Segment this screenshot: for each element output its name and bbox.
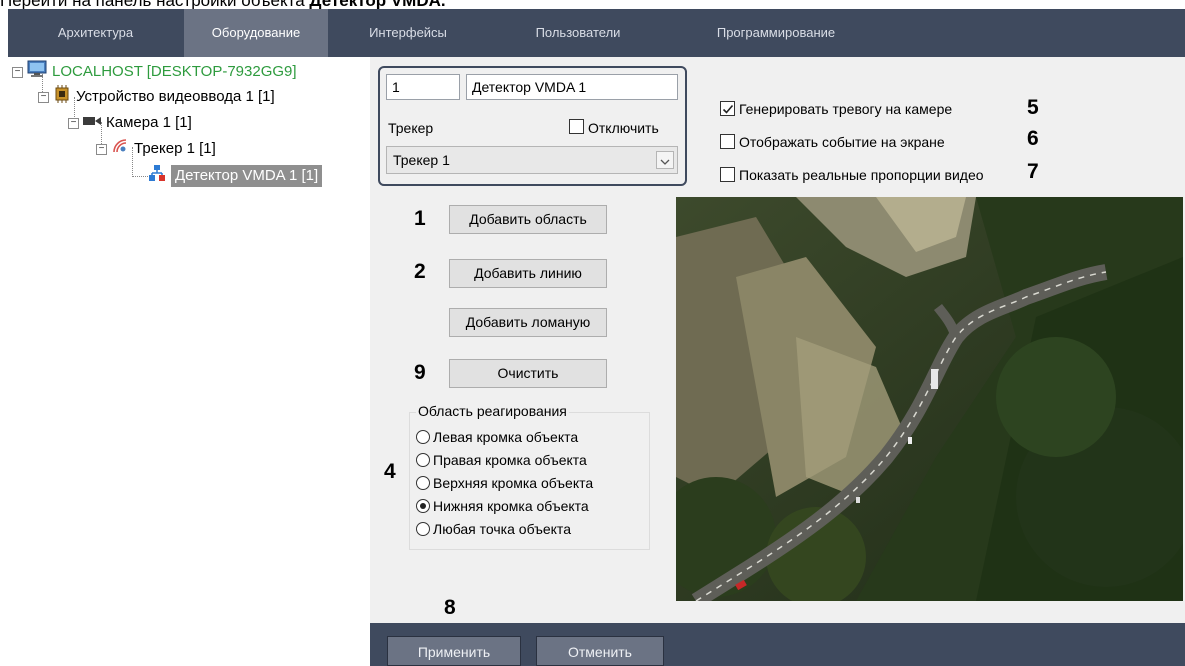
name-field[interactable]: Детектор VMDA 1	[466, 74, 678, 100]
reaction-area-legend: Область реагирования	[416, 403, 569, 419]
check-icon	[722, 104, 734, 114]
collapse-icon[interactable]: −	[68, 117, 79, 129]
apply-button[interactable]: Применить	[387, 636, 521, 666]
radio-left-edge[interactable]: Левая кромка объекта	[416, 427, 578, 447]
radio-button[interactable]	[416, 476, 430, 490]
disable-label: Отключить	[588, 120, 659, 136]
tree-item-vmda-detector[interactable]: Детектор VMDA 1 [1]	[148, 164, 323, 189]
tree-item-host[interactable]: − LOCALHOST [DESKTOP-7932GG9]	[12, 60, 297, 84]
tracker-icon	[111, 137, 129, 162]
chip-icon	[53, 84, 71, 110]
collapse-icon[interactable]: −	[96, 143, 107, 155]
collapse-icon[interactable]: −	[12, 66, 23, 78]
tree-label-host: LOCALHOST [DESKTOP-7932GG9]	[52, 63, 297, 80]
radio-bottom-edge[interactable]: Нижняя кромка объекта	[416, 496, 589, 516]
detector-icon	[148, 164, 166, 189]
radio-label: Верхняя кромка объекта	[433, 475, 594, 491]
collapse-icon[interactable]: −	[38, 91, 49, 103]
tab-equipment[interactable]: Оборудование	[184, 9, 328, 57]
computer-icon	[27, 60, 47, 84]
radio-top-edge[interactable]: Верхняя кромка объекта	[416, 473, 593, 493]
video-preview[interactable]	[676, 197, 1183, 601]
real-proportions-checkbox[interactable]	[720, 167, 735, 182]
add-polyline-button[interactable]: Добавить ломаную	[449, 308, 607, 337]
tree-item-tracker[interactable]: − Трекер 1 [1]	[96, 138, 216, 160]
callout-5: 5	[1027, 96, 1039, 119]
cancel-button[interactable]: Отменить	[536, 636, 664, 666]
radio-button[interactable]	[416, 453, 430, 467]
radio-label: Нижняя кромка объекта	[433, 498, 589, 514]
radio-label: Левая кромка объекта	[433, 429, 579, 445]
tracker-select[interactable]: Трекер 1	[386, 146, 678, 174]
show-event-checkbox[interactable]	[720, 134, 735, 149]
radio-button[interactable]	[416, 430, 430, 444]
clear-button[interactable]: Очистить	[449, 359, 607, 388]
tab-users[interactable]: Пользователи	[508, 9, 648, 57]
generate-alarm-checkbox[interactable]	[720, 101, 735, 116]
real-proportions-label: Показать реальные пропорции видео	[739, 167, 984, 183]
tree-label-vmda-detector: Детектор VMDA 1 [1]	[171, 165, 323, 187]
callout-8: 8	[444, 596, 456, 619]
add-line-button[interactable]: Добавить линию	[449, 259, 607, 288]
id-field[interactable]: 1	[386, 74, 460, 100]
tab-programming[interactable]: Программирование	[696, 9, 856, 57]
radio-right-edge[interactable]: Правая кромка объекта	[416, 450, 587, 470]
tree-label-tracker: Трекер 1 [1]	[134, 140, 216, 157]
tree-label-camera: Камера 1 [1]	[106, 114, 192, 131]
show-event-label: Отображать событие на экране	[739, 134, 945, 150]
object-tree: − LOCALHOST [DESKTOP-7932GG9] − Устройст…	[8, 57, 370, 666]
tab-interfaces[interactable]: Интерфейсы	[348, 9, 468, 57]
tree-item-camera[interactable]: − Камера 1 [1]	[68, 112, 192, 134]
radio-label: Правая кромка объекта	[433, 452, 587, 468]
callout-7: 7	[1027, 160, 1039, 183]
callout-4: 4	[384, 460, 396, 483]
radio-button[interactable]	[416, 522, 430, 536]
generate-alarm-label: Генерировать тревогу на камере	[739, 101, 953, 117]
tree-label-video-device: Устройство видеоввода 1 [1]	[76, 88, 275, 105]
tree-item-video-device[interactable]: − Устройство видеоввода 1 [1]	[38, 84, 275, 110]
radio-any-point[interactable]: Любая точка объекта	[416, 519, 571, 539]
camera-icon	[83, 112, 101, 134]
radio-label: Любая точка объекта	[433, 521, 571, 537]
tab-architecture[interactable]: Архитектура	[8, 9, 183, 57]
add-area-button[interactable]: Добавить область	[449, 205, 607, 234]
callout-1: 1	[414, 207, 426, 230]
callout-2: 2	[414, 260, 426, 283]
chevron-down-icon[interactable]	[656, 151, 674, 169]
disable-checkbox[interactable]	[569, 119, 584, 134]
top-tab-bar: Архитектура Оборудование Интерфейсы Поль…	[8, 9, 1185, 57]
tracker-label: Трекер	[388, 120, 434, 136]
radio-button-selected[interactable]	[416, 499, 430, 513]
camera-frame-image	[676, 197, 1183, 601]
tracker-select-value: Трекер 1	[393, 152, 450, 168]
tree-connector	[132, 176, 148, 177]
callout-6: 6	[1027, 127, 1039, 150]
callout-9: 9	[414, 361, 426, 384]
